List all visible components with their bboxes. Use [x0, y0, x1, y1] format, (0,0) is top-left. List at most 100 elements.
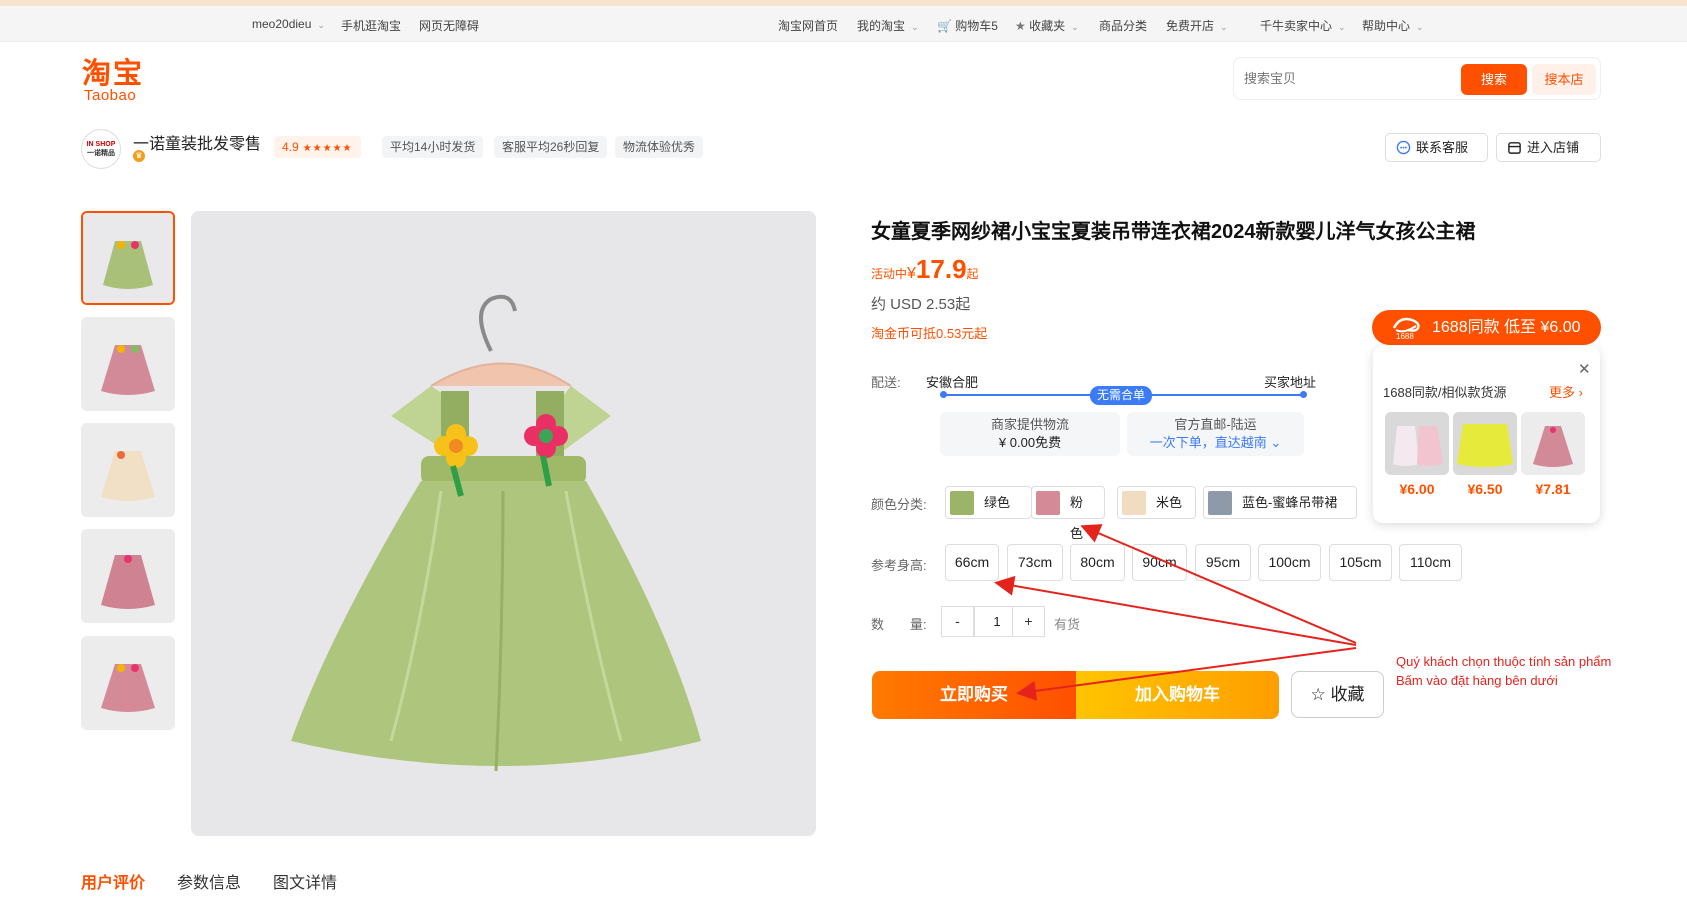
size-option-105[interactable]: 105cm — [1329, 544, 1392, 581]
annotation-note: Quý khách chọn thuộc tính sản phẩm Bấm v… — [1396, 652, 1611, 690]
seller-center-menu[interactable]: 千牛卖家中心 ⌄ — [1260, 17, 1346, 34]
annotation-line: Bấm vào đặt hàng bên dưới — [1396, 673, 1558, 688]
rating-stars: ★★★★★ — [302, 143, 353, 154]
search-box: 搜索 搜本店 — [1233, 57, 1601, 100]
color-option-pink[interactable]: 粉色 — [1031, 486, 1105, 541]
favorite-button[interactable]: ☆ 收藏 — [1291, 671, 1384, 718]
size-option-73[interactable]: 73cm — [1007, 544, 1063, 581]
chevron-right-icon: › — [1578, 385, 1583, 400]
card-title: 商家提供物流 — [990, 417, 1069, 432]
shop-logo-text: IN SHOP — [86, 141, 116, 148]
logo-cn: 淘宝 — [82, 56, 145, 90]
search-store-button[interactable]: 搜本店 — [1532, 64, 1596, 95]
thumbnail-green[interactable] — [81, 211, 175, 305]
taobao-logo[interactable]: 淘宝 Taobao — [82, 58, 144, 104]
accessible-link[interactable]: 网页无障碍 — [419, 17, 479, 34]
size-option-100[interactable]: 100cm — [1258, 544, 1321, 581]
size-option-90[interactable]: 90cm — [1132, 544, 1187, 581]
similar-header: 1688同款/相似款货源 — [1383, 385, 1507, 400]
shop-tag-logistics: 物流体验优秀 — [615, 136, 704, 158]
card-value: ¥ 0.00免费 — [998, 435, 1062, 450]
star-icon: ★ — [1015, 19, 1026, 33]
annotation-line: Quý khách chọn thuộc tính sản phẩm — [1396, 654, 1612, 669]
top-nav-bar: meo20dieu ⌄ 手机逛淘宝 网页无障碍 淘宝网首页 我的淘宝 ⌄ 🛒 购物车… — [0, 6, 1687, 42]
similar-item-image[interactable] — [1453, 412, 1517, 475]
search-input[interactable] — [1244, 67, 1444, 89]
tag-logo-text: 1688 — [1396, 332, 1414, 341]
similar-item-price: ¥6.00 — [1399, 481, 1435, 497]
swatch — [1036, 491, 1060, 515]
store-icon — [1508, 142, 1521, 154]
my-taobao-menu[interactable]: 我的淘宝 ⌄ — [857, 17, 919, 34]
cart-icon: 🛒 — [937, 19, 952, 33]
add-to-cart-button[interactable]: 加入购物车 — [1076, 671, 1279, 719]
merchant-logistics-card: 商家提供物流 ¥ 0.00免费 — [940, 412, 1120, 456]
categories-link[interactable]: 商品分类 — [1099, 17, 1147, 34]
swatch — [1208, 491, 1232, 515]
crown-icon: ♛ — [133, 150, 145, 162]
shop-name[interactable]: 一诺童装批发零售 — [133, 130, 261, 154]
chevron-down-icon: ⌄ — [1270, 435, 1282, 450]
color-option-green[interactable]: 绿色 — [945, 486, 1032, 519]
route-end-dot — [1300, 391, 1307, 398]
quantity-plus-button[interactable]: + — [1012, 606, 1045, 637]
mobile-link[interactable]: 手机逛淘宝 — [341, 17, 401, 34]
quantity-label: 数 量: — [871, 617, 927, 632]
similar-items-panel: ✕ 1688同款/相似款货源 更多 › ¥6.00 ¥6.50 ¥7.81 — [1373, 346, 1600, 523]
color-option-blue-bee[interactable]: 蓝色-蜜蜂吊带裙 — [1203, 486, 1357, 519]
color-option-beige[interactable]: 米色 — [1117, 486, 1196, 519]
product-title: 女童夏季网纱裙小宝宝夏装吊带连衣裙2024新款婴儿洋气女孩公主裙 — [871, 221, 1476, 243]
card-title: 官方直邮-陆运 — [1174, 417, 1257, 432]
quantity-minus-button[interactable]: - — [941, 606, 974, 637]
close-icon[interactable]: ✕ — [1578, 360, 1591, 378]
star-outline-icon: ☆ — [1310, 685, 1326, 704]
shop-avatar[interactable]: IN SHOP 一诺精品 — [81, 129, 121, 169]
size-option-66[interactable]: 66cm — [945, 544, 999, 581]
thumbnail-pink-1[interactable] — [81, 317, 175, 411]
more-link[interactable]: 更多 › — [1549, 382, 1583, 401]
coin-discount: 淘金币可抵0.53元起 — [871, 326, 988, 341]
similar-item-price: ¥6.50 — [1467, 481, 1503, 497]
open-store-menu[interactable]: 免费开店 ⌄ — [1166, 17, 1228, 34]
help-menu[interactable]: 帮助中心 ⌄ — [1362, 17, 1424, 34]
search-button[interactable]: 搜索 — [1461, 64, 1527, 95]
swatch — [950, 491, 974, 515]
favorites-menu[interactable]: ★ 收藏夹 ⌄ — [1015, 17, 1079, 34]
cart-link[interactable]: 🛒 购物车5 — [937, 17, 998, 34]
contact-service-button[interactable]: 联系客服 — [1385, 133, 1488, 162]
tab-details[interactable]: 图文详情 — [273, 869, 337, 893]
size-option-110[interactable]: 110cm — [1399, 544, 1462, 581]
enter-shop-button[interactable]: 进入店铺 — [1496, 133, 1601, 162]
similar-1688-tag[interactable]: 1688 1688同款 低至 ¥6.00 — [1372, 310, 1601, 345]
chat-icon — [1396, 140, 1411, 155]
home-link[interactable]: 淘宝网首页 — [778, 17, 838, 34]
shop-tag-reply: 客服平均26秒回复 — [494, 136, 608, 158]
user-menu[interactable]: meo20dieu ⌄ — [252, 17, 325, 31]
shop-logo-subtext: 一诺精品 — [87, 150, 115, 157]
size-option-80[interactable]: 80cm — [1070, 544, 1125, 581]
buy-now-button[interactable]: 立即购买 — [872, 671, 1076, 719]
thumbnail-pink-2[interactable] — [81, 529, 175, 623]
no-merge-badge: 无需合单 — [1090, 386, 1153, 405]
size-label: 参考身高: — [871, 558, 927, 573]
similar-item-image[interactable] — [1385, 412, 1449, 475]
main-product-image[interactable] — [191, 211, 816, 836]
product-price: 活动中¥17.9起 — [871, 254, 979, 284]
route-start-dot — [940, 391, 947, 398]
swatch — [1122, 491, 1146, 515]
similar-item-image[interactable] — [1521, 412, 1585, 475]
size-option-95[interactable]: 95cm — [1195, 544, 1251, 581]
thumbnail-beige[interactable] — [81, 423, 175, 517]
shop-tag-shipping: 平均14小时发货 — [382, 136, 484, 158]
similar-item-price: ¥7.81 — [1535, 481, 1571, 497]
ship-from: 安徽合肥 — [926, 375, 979, 390]
tab-parameters[interactable]: 参数信息 — [177, 869, 241, 893]
usd-price: 约 USD 2.53起 — [871, 296, 971, 313]
ship-to[interactable]: 买家地址 — [1264, 372, 1316, 391]
official-shipping-card[interactable]: 官方直邮-陆运 一次下单，直达越南 ⌄ — [1127, 412, 1304, 456]
stock-status: 有货 — [1054, 617, 1081, 632]
tab-reviews[interactable]: 用户评价 — [81, 869, 145, 893]
logo-en: Taobao — [84, 87, 137, 104]
thumbnail-pink-3[interactable] — [81, 636, 175, 730]
card-value: 一次下单，直达越南 — [1149, 435, 1267, 450]
